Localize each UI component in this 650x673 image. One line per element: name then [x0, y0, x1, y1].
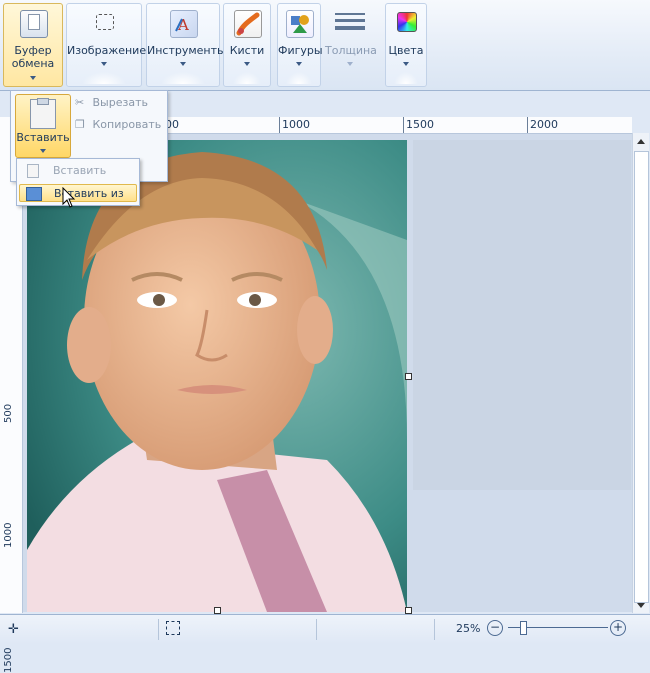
ruler-label: 1500	[3, 647, 14, 673]
ruler-label: 1000	[3, 522, 14, 548]
ruler-label: 2000	[530, 118, 558, 131]
thickness-icon	[335, 10, 365, 36]
copy-icon: ❐	[75, 118, 85, 131]
canvas-empty-region	[413, 140, 631, 490]
tools-group-label: Инструменты	[147, 44, 226, 57]
paste-label: Вставить	[16, 131, 70, 144]
colors-group-label: Цвета	[388, 44, 424, 57]
ruler-label: 1500	[406, 118, 434, 131]
resize-handle-right[interactable]	[405, 373, 412, 380]
copy-button[interactable]: ❐ Копировать	[75, 116, 161, 134]
zoom-level: 25%	[456, 622, 481, 635]
paste-menu-label: Вставить	[53, 164, 107, 177]
scroll-thumb[interactable]	[634, 151, 649, 603]
chevron-down-icon	[347, 62, 353, 66]
scroll-up-icon[interactable]	[637, 139, 645, 144]
tools-icon: A	[170, 10, 198, 38]
shapes-group-button[interactable]: Фигуры	[277, 3, 323, 87]
shapes-group-label: Фигуры	[278, 44, 323, 57]
colors-icon	[397, 12, 417, 32]
paste-menu-item-paste-from[interactable]: Вставить из	[19, 184, 137, 202]
clipboard-group-label: Буфер обмена	[11, 44, 55, 70]
colors-group-button[interactable]: Цвета	[385, 3, 427, 87]
copy-label: Копировать	[92, 118, 162, 131]
chevron-down-icon	[403, 62, 409, 66]
ruler-label: 1000	[282, 118, 310, 131]
zoom-out-button[interactable]: −	[487, 620, 503, 636]
chevron-down-icon	[296, 62, 302, 66]
brushes-group-button[interactable]: Кисти	[223, 3, 271, 87]
image-group-label: Изображение	[67, 44, 147, 57]
thickness-group-label: Толщина	[325, 44, 377, 57]
chevron-down-icon	[30, 76, 36, 80]
paste-button[interactable]: Вставить	[15, 94, 71, 158]
mouse-cursor-icon	[62, 187, 76, 208]
cursor-position-icon: ✛	[8, 622, 19, 637]
status-bar: ✛ 25% − +	[0, 614, 650, 644]
brush-icon	[234, 10, 262, 38]
clipboard-group-button[interactable]: Буфер обмена	[3, 3, 63, 87]
thickness-group-button[interactable]: Толщина	[324, 3, 377, 87]
image-group-button[interactable]: Изображение	[66, 3, 147, 87]
cut-button[interactable]: ✂ Вырезать	[75, 94, 148, 112]
chevron-down-icon	[101, 62, 107, 66]
paste-menu-item-paste[interactable]: Вставить	[19, 162, 137, 180]
paste-from-icon	[26, 187, 42, 201]
ruler-label: 500	[3, 403, 14, 423]
paste-icon	[30, 98, 56, 129]
canvas-photo[interactable]	[27, 140, 407, 612]
paste-menu: Вставить Вставить из	[16, 158, 140, 206]
ribbon: Буфер обмена Изображение A Инструменты К…	[0, 0, 650, 91]
zoom-in-button[interactable]: +	[610, 620, 626, 636]
zoom-slider-thumb[interactable]	[520, 621, 527, 635]
select-icon	[96, 14, 114, 30]
brushes-group-label: Кисти	[229, 44, 265, 57]
selection-size-icon	[166, 621, 180, 635]
chevron-down-icon	[40, 149, 46, 153]
vertical-scrollbar[interactable]	[632, 133, 649, 613]
tools-group-button[interactable]: A Инструменты	[146, 3, 226, 87]
shapes-icon	[286, 10, 314, 38]
scroll-down-icon[interactable]	[637, 603, 645, 608]
chevron-down-icon	[180, 62, 186, 66]
resize-handle-corner[interactable]	[405, 607, 412, 614]
paste-icon	[27, 164, 39, 178]
scissors-icon: ✂	[75, 96, 85, 109]
cut-label: Вырезать	[92, 96, 148, 109]
clipboard-icon	[20, 10, 48, 38]
resize-handle-bottom[interactable]	[214, 607, 221, 614]
chevron-down-icon	[244, 62, 250, 66]
